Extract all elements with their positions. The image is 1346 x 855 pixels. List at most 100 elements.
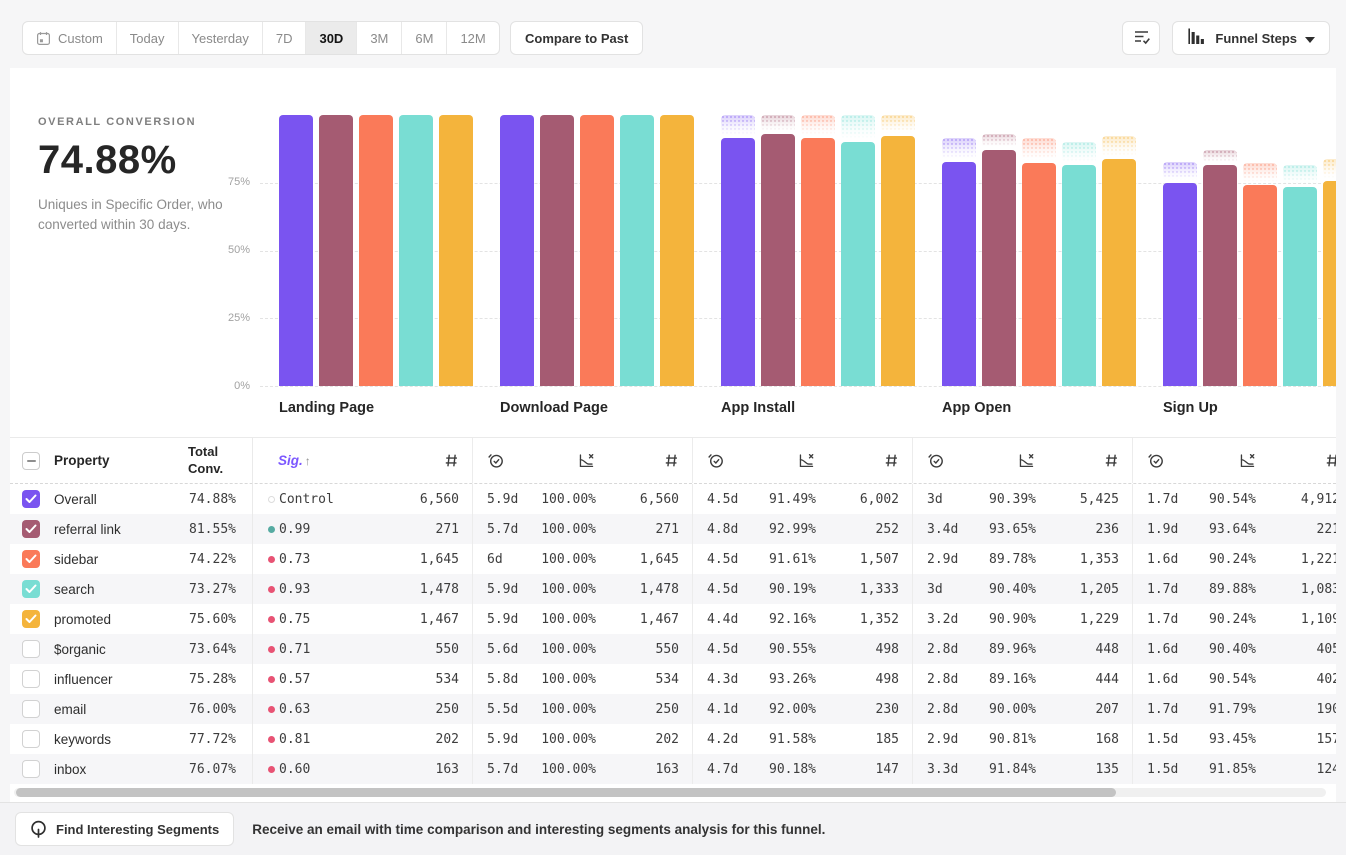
app-open-cells: 2.8d89.16%444 (913, 664, 1133, 694)
funnel-bar-promoted[interactable] (439, 115, 473, 386)
row-checkbox[interactable] (22, 670, 40, 688)
table-row[interactable]: influencer75.28%0.575345.8d100.00%5344.3… (10, 664, 1336, 694)
conversion-rate-column-icon[interactable] (1239, 452, 1256, 469)
funnel-bar-search[interactable] (620, 115, 654, 386)
funnel-bar-overall[interactable] (942, 162, 976, 386)
funnel-bar-referral-link[interactable] (1203, 165, 1237, 386)
funnel-bar-promoted[interactable] (1323, 181, 1336, 386)
step-count: 448 (1096, 642, 1119, 657)
step-avg-time: 4.4d (707, 612, 761, 627)
row-checkbox[interactable] (22, 760, 40, 778)
find-interesting-segments-button[interactable]: Find Interesting Segments (15, 812, 234, 846)
funnel-bar-search[interactable] (1283, 187, 1317, 386)
date-range-7d[interactable]: 7D (262, 22, 306, 54)
step-avg-time: 2.9d (927, 732, 981, 747)
funnel-bar-referral-link[interactable] (982, 150, 1016, 386)
header-group-app-open (913, 438, 1133, 483)
date-range-12m[interactable]: 12M (446, 22, 498, 54)
table-row[interactable]: referral link81.55%0.992715.7d100.00%271… (10, 514, 1336, 544)
select-all-checkbox[interactable] (22, 452, 40, 470)
funnel-bar-overall[interactable] (721, 138, 755, 386)
step-conversion-rate: 100.00% (541, 492, 596, 507)
row-checkbox[interactable] (22, 730, 40, 748)
funnel-bar-promoted[interactable] (660, 115, 694, 386)
funnel-bar-promoted[interactable] (1102, 159, 1136, 386)
count-column-icon[interactable] (884, 453, 899, 468)
step-count: 252 (876, 522, 899, 537)
table-row[interactable]: search73.27%0.931,4785.9d100.00%1,4784.5… (10, 574, 1336, 604)
funnel-bar-dropoff-cap (1283, 165, 1317, 184)
date-range-30d[interactable]: 30D (305, 22, 356, 54)
table-row[interactable]: $organic73.64%0.715505.6d100.00%5504.5d9… (10, 634, 1336, 664)
table-row[interactable]: inbox76.07%0.601635.7d100.00%1634.7d90.1… (10, 754, 1336, 784)
conversion-rate-column-icon[interactable] (798, 452, 815, 469)
funnel-bar-sidebar[interactable] (1243, 185, 1277, 386)
funnel-bar-sidebar[interactable] (801, 138, 835, 386)
total-conv-value: 75.60% (189, 612, 236, 627)
bar-slot (1062, 115, 1096, 386)
avg-time-column-icon[interactable] (707, 452, 724, 469)
row-checkbox[interactable] (22, 640, 40, 658)
row-checkbox[interactable] (22, 550, 40, 568)
conversion-rate-column-icon[interactable] (1018, 452, 1035, 469)
row-checkbox[interactable] (22, 490, 40, 508)
bar-slot (982, 115, 1016, 386)
row-checkbox[interactable] (22, 520, 40, 538)
date-range-3m[interactable]: 3M (356, 22, 401, 54)
avg-time-column-icon[interactable] (1147, 452, 1164, 469)
table-row[interactable]: email76.00%0.632505.5d100.00%2504.1d92.0… (10, 694, 1336, 724)
funnel-bar-referral-link[interactable] (319, 115, 353, 386)
funnel-bar-sidebar[interactable] (580, 115, 614, 386)
table-row[interactable]: promoted75.60%0.751,4675.9d100.00%1,4674… (10, 604, 1336, 634)
step-avg-time: 5.7d (487, 762, 541, 777)
funnel-bar-overall[interactable] (279, 115, 313, 386)
sig-header[interactable]: Sig.↑ (278, 453, 311, 468)
funnel-bar-overall[interactable] (1163, 183, 1197, 386)
funnel-bar-sidebar[interactable] (1022, 163, 1056, 386)
horizontal-scrollbar-thumb[interactable] (16, 788, 1116, 797)
row-checkbox[interactable] (22, 610, 40, 628)
step-count: 1,352 (860, 612, 899, 627)
date-range-yesterday[interactable]: Yesterday (178, 22, 262, 54)
caret-down-icon (1305, 31, 1315, 46)
funnel-bar-overall[interactable] (500, 115, 534, 386)
table-row[interactable]: sidebar74.22%0.731,6456d100.00%1,6454.5d… (10, 544, 1336, 574)
bar-group-landing-page (279, 115, 473, 386)
funnel-bar-search[interactable] (1062, 165, 1096, 386)
funnel-bar-search[interactable] (399, 115, 433, 386)
funnel-bar-sidebar[interactable] (359, 115, 393, 386)
step-conversion-rate: 100.00% (541, 702, 596, 717)
date-range-6m[interactable]: 6M (401, 22, 446, 54)
funnel-bar-promoted[interactable] (881, 136, 915, 386)
funnel-bar-referral-link[interactable] (540, 115, 574, 386)
step-conversion-rate: 100.00% (541, 642, 596, 657)
avg-time-column-icon[interactable] (927, 452, 944, 469)
report-options-button[interactable] (1122, 21, 1160, 55)
sig-dot (268, 766, 275, 773)
step-avg-time: 4.3d (707, 672, 761, 687)
funnel-bar-search[interactable] (841, 142, 875, 386)
property-name: $organic (54, 642, 106, 657)
compare-to-past-button[interactable]: Compare to Past (510, 21, 643, 55)
chart-type-dropdown[interactable]: Funnel Steps (1172, 21, 1330, 55)
step-avg-time: 3.2d (927, 612, 981, 627)
sig-value: 0.73 (279, 552, 345, 567)
funnel-report-page: { "toolbar": { "date_ranges": ["Custom",… (0, 0, 1346, 855)
count-column-icon[interactable] (664, 453, 679, 468)
count-column-icon[interactable] (1104, 453, 1119, 468)
table-row[interactable]: keywords77.72%0.812025.9d100.00%2024.2d9… (10, 724, 1336, 754)
step-count: 1,478 (640, 582, 679, 597)
sig-value: Control (279, 492, 345, 507)
step-count: 1,478 (420, 582, 459, 597)
date-range-custom[interactable]: Custom (23, 22, 116, 54)
date-range-today[interactable]: Today (116, 22, 178, 54)
row-checkbox[interactable] (22, 580, 40, 598)
count-column-icon[interactable] (444, 453, 459, 468)
bar-chart-icon (1187, 28, 1206, 48)
count-column-icon[interactable] (1325, 453, 1336, 468)
table-row[interactable]: Overall74.88%Control6,5605.9d100.00%6,56… (10, 484, 1336, 514)
conversion-rate-column-icon[interactable] (578, 452, 595, 469)
row-checkbox[interactable] (22, 700, 40, 718)
funnel-bar-referral-link[interactable] (761, 134, 795, 386)
avg-time-column-icon[interactable] (487, 452, 504, 469)
